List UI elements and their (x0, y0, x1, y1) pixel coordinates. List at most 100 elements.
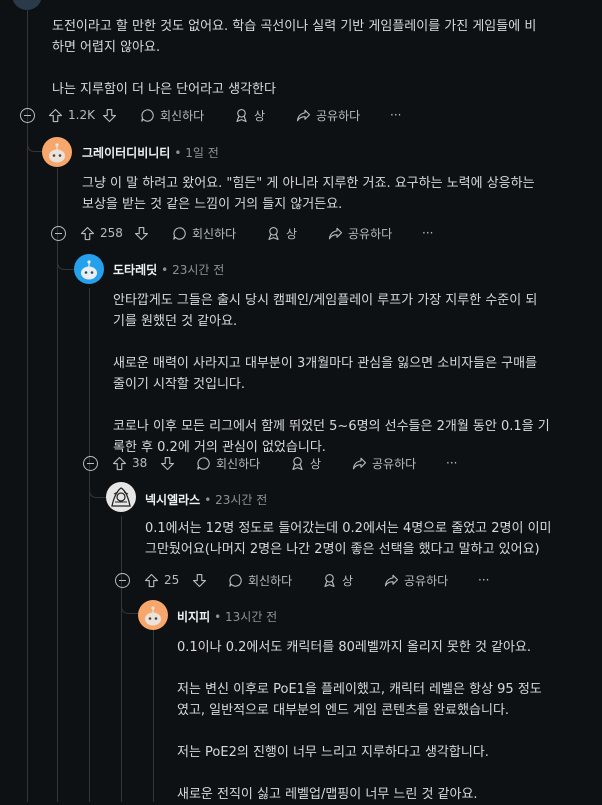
downvote-icon (134, 226, 149, 240)
snoo-avatar-icon (49, 143, 65, 163)
avatar[interactable] (12, 0, 42, 10)
comment-icon (141, 108, 154, 122)
sketch-avatar-icon (111, 487, 131, 507)
award-button[interactable]: 상 (234, 104, 265, 126)
thread-line (121, 516, 122, 802)
collapse-thread-button[interactable] (115, 573, 130, 588)
share-label: 공유하다 (372, 456, 417, 471)
comment-body: 안타깝게도 그들은 출시 당시 캠페인/게임플레이 루프가 가장 지루한 수준이… (113, 293, 550, 455)
comment-icon (173, 226, 186, 240)
collapse-thread-button[interactable] (51, 226, 66, 241)
username[interactable]: 그레이터디비니티 (82, 146, 170, 160)
share-label: 공유하다 (348, 226, 393, 241)
timestamp: • 1일 전 (174, 146, 219, 160)
award-label: 상 (342, 573, 354, 588)
award-label: 상 (254, 108, 266, 123)
snoo-avatar-icon (81, 260, 97, 280)
reply-label: 회신하다 (216, 456, 261, 471)
award-icon (324, 573, 335, 587)
comment-actions: 38 회신하다 상 공유하다 ··· (112, 452, 492, 474)
downvote-button[interactable] (192, 569, 207, 591)
share-button[interactable]: 공유하다 (296, 104, 360, 126)
upvote-button[interactable]: 25 (144, 569, 179, 591)
share-label: 공유하다 (404, 573, 449, 588)
vote-count: 25 (164, 573, 180, 587)
upvote-icon (48, 108, 63, 122)
comment-author[interactable]: 그레이터디비니티 • 1일 전 (82, 144, 219, 161)
comment-icon (197, 456, 210, 470)
reply-label: 회신하다 (192, 226, 237, 241)
comment-actions: 1.2K 회신하다 상 공유하다 ··· (48, 104, 428, 126)
comment-author[interactable]: 넥시엘라스 • 23시간 전 (145, 491, 267, 508)
comment-body: 도전이라고 할 만한 것도 없어요. 학습 곡선이나 실력 기반 게임플레이를 … (52, 19, 537, 97)
more-options-button[interactable]: ··· (390, 104, 401, 126)
upvote-icon (112, 456, 127, 470)
comment-actions: 25 회신하다 상 공유하다 ··· (144, 569, 524, 591)
username[interactable]: 넥시엘라스 (145, 493, 200, 507)
reply-label: 회신하다 (248, 573, 293, 588)
downvote-button[interactable] (160, 452, 175, 474)
share-icon (328, 227, 343, 239)
thread-elbow (121, 596, 139, 614)
avatar[interactable] (42, 137, 72, 167)
downvote-button[interactable] (134, 222, 149, 244)
share-label: 공유하다 (316, 108, 361, 123)
comment-body: 그냥 이 말 하려고 왔어요. "힘든" 게 아니라 지루한 거죠. 요구하는 … (82, 176, 535, 212)
downvote-icon (192, 573, 207, 587)
more-options-button[interactable]: ··· (422, 222, 433, 244)
upvote-icon (80, 226, 95, 240)
award-button[interactable]: 상 (266, 222, 297, 244)
award-icon (236, 108, 247, 122)
timestamp: • 13시간 전 (214, 610, 278, 624)
thread-elbow (27, 134, 43, 152)
award-button[interactable]: 상 (290, 452, 321, 474)
upvote-button[interactable]: 38 (112, 452, 147, 474)
collapse-thread-button[interactable] (83, 456, 98, 471)
reply-button[interactable]: 회신하다 (228, 569, 292, 591)
snoo-avatar-icon (145, 606, 161, 626)
reply-button[interactable]: 회신하다 (196, 452, 260, 474)
thread-line (89, 288, 90, 802)
comment-author[interactable]: 도타레딧 • 23시간 전 (113, 261, 224, 278)
share-icon (296, 109, 311, 121)
vote-count: 1.2K (68, 108, 95, 122)
award-icon (268, 226, 279, 240)
thread-elbow (57, 252, 75, 270)
share-icon (384, 574, 399, 586)
avatar[interactable] (106, 482, 136, 512)
share-button[interactable]: 공유하다 (352, 452, 416, 474)
vote-count: 38 (132, 456, 148, 470)
thread-elbow (89, 480, 107, 498)
username[interactable]: 비지피 (177, 610, 210, 624)
share-button[interactable]: 공유하다 (384, 569, 448, 591)
more-options-button[interactable]: ··· (478, 569, 489, 591)
downvote-icon (102, 108, 117, 122)
collapse-thread-button[interactable] (20, 108, 35, 123)
award-label: 상 (286, 226, 298, 241)
avatar[interactable] (74, 254, 104, 284)
comment-body: 0.1이나 0.2에서도 캐릭터를 80레벨까지 올리지 못한 것 같아요. 저… (177, 640, 542, 802)
reply-label: 회신하다 (160, 108, 205, 123)
downvote-button[interactable] (102, 104, 117, 126)
comment-actions: 258 회신하다 상 공유하다 ··· (80, 222, 460, 244)
reply-button[interactable]: 회신하다 (140, 104, 204, 126)
upvote-button[interactable]: 258 (80, 222, 123, 244)
timestamp: • 23시간 전 (204, 493, 268, 507)
username[interactable]: 도타레딧 (113, 263, 157, 277)
upvote-button[interactable]: 1.2K (48, 104, 95, 126)
downvote-icon (160, 456, 175, 470)
avatar[interactable] (138, 600, 168, 630)
award-button[interactable]: 상 (322, 569, 353, 591)
timestamp: • 23시간 전 (161, 263, 225, 277)
award-icon (292, 456, 303, 470)
reply-button[interactable]: 회신하다 (172, 222, 236, 244)
comment-body: 0.1에서는 12명 정도로 들어갔는데 0.2에서는 4명으로 줄었고 2명이… (145, 521, 552, 557)
comment-icon (229, 573, 242, 587)
upvote-icon (144, 573, 159, 587)
award-label: 상 (310, 456, 322, 471)
share-button[interactable]: 공유하다 (328, 222, 392, 244)
vote-count: 258 (100, 226, 123, 240)
share-icon (352, 457, 367, 469)
more-options-button[interactable]: ··· (446, 452, 457, 474)
comment-author[interactable]: 비지피 • 13시간 전 (177, 608, 277, 625)
